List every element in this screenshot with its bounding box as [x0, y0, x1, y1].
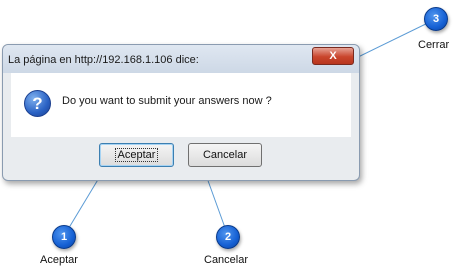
callout-label-2: Cancelar: [204, 254, 249, 266]
callout-badge-2: 2: [216, 225, 240, 249]
confirm-dialog: La página en http://192.168.1.106 dice: …: [2, 44, 360, 181]
dialog-content: ? Do you want to submit your answers now…: [11, 73, 351, 137]
dialog-message: Do you want to submit your answers now ?: [62, 95, 272, 107]
callout-badge-3: 3: [424, 7, 448, 31]
callout-label-1: Aceptar: [40, 254, 78, 266]
question-icon: ?: [24, 90, 51, 117]
close-icon: X: [329, 50, 337, 62]
dialog-title: La página en http://192.168.1.106 dice:: [8, 54, 199, 66]
accept-button[interactable]: Aceptar: [99, 143, 174, 167]
cancel-button[interactable]: Cancelar: [188, 143, 262, 167]
close-button[interactable]: X: [312, 47, 354, 65]
callout-label-3: Cerrar: [418, 39, 450, 51]
cancel-button-label: Cancelar: [202, 149, 248, 161]
callout-badge-1: 1: [52, 225, 76, 249]
dialog-titlebar: La página en http://192.168.1.106 dice: …: [3, 45, 359, 73]
accept-button-label: Aceptar: [114, 148, 159, 162]
